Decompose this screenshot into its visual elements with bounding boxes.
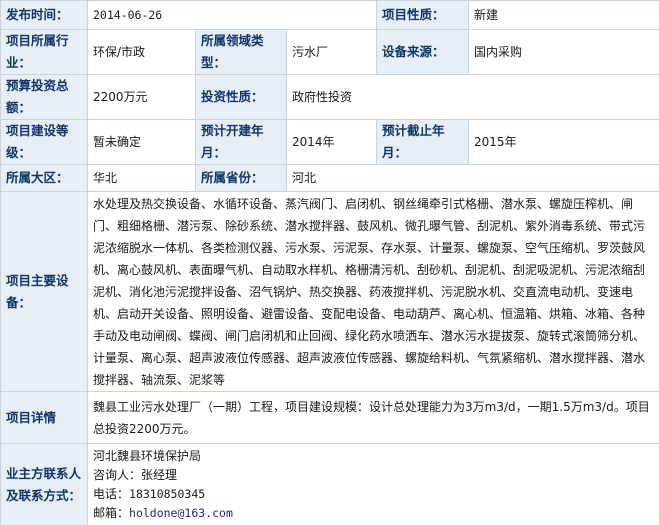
investment-nature-label: 投资性质： [196,75,287,120]
domain-type-value: 污水厂 [287,30,377,75]
equipment-source-label: 设备来源： [377,30,469,75]
planned-end-label: 预计截止年月： [377,120,469,165]
project-info-table: 发布时间： 2014-06-26 项目性质： 新建 项目所属行业： 环保/市政 … [0,0,659,526]
domain-type-label: 所属领域类型： [196,30,287,75]
industry-label: 项目所属行业： [1,30,88,75]
construction-grade-label: 项目建设等级： [1,120,88,165]
row-contact: 业主方联系人及联系方式： 河北魏县环境保护局 咨询人：张经理 电话：183108… [1,444,659,526]
region-label: 所属大区： [1,165,88,192]
row-details: 项目详情 魏县工业污水处理厂（一期）工程，项目建设规模：设计总处理能力为3万m3… [1,392,659,444]
publish-time-value: 2014-06-26 [88,1,377,30]
project-nature-label: 项目性质： [377,1,469,30]
row-region: 所属大区： 华北 所属省份： 河北 [1,165,659,192]
publish-time-label: 发布时间： [1,1,88,30]
planned-start-label: 预计开建年月： [196,120,287,165]
planned-start-value: 2014年 [287,120,377,165]
contact-email-link[interactable]: holdone@163.com [129,506,233,520]
main-equipment-label: 项目主要设备： [1,192,88,392]
details-label: 项目详情 [1,392,88,444]
planned-end-value: 2015年 [469,120,659,165]
row-grade: 项目建设等级： 暂未确定 预计开建年月： 2014年 预计截止年月： 2015年 [1,120,659,165]
contact-org: 河北魏县环境保护局 [93,447,655,466]
province-label: 所属省份： [196,165,287,192]
contact-phone: 18310850345 [129,487,205,501]
row-publish-time: 发布时间： 2014-06-26 项目性质： 新建 [1,1,659,30]
contact-email-label: 邮箱： [93,506,129,520]
contact-block: 河北魏县环境保护局 咨询人：张经理 电话：18310850345 邮箱：hold… [88,444,659,526]
contact-phone-label: 电话： [93,487,129,501]
row-main-equipment: 项目主要设备： 水处理及热交换设备、水循环设备、蒸汽阀门、启闭机、钢丝绳牵引式格… [1,192,659,392]
row-industry: 项目所属行业： 环保/市政 所属领域类型： 污水厂 设备来源： 国内采购 [1,30,659,75]
industry-value: 环保/市政 [88,30,196,75]
equipment-source-value: 国内采购 [469,30,659,75]
contact-consultant: 咨询人：张经理 [93,466,655,485]
region-value: 华北 [88,165,196,192]
construction-grade-value: 暂未确定 [88,120,196,165]
details-value: 魏县工业污水处理厂（一期）工程，项目建设规模：设计总处理能力为3万m3/d，一期… [88,392,659,444]
province-value: 河北 [287,165,659,192]
budget-value: 2200万元 [88,75,196,120]
contact-phone-line: 电话：18310850345 [93,485,655,504]
project-nature-value: 新建 [469,1,659,30]
investment-nature-value: 政府性投资 [287,75,659,120]
row-budget: 预算投资总额： 2200万元 投资性质： 政府性投资 [1,75,659,120]
budget-label: 预算投资总额： [1,75,88,120]
main-equipment-value: 水处理及热交换设备、水循环设备、蒸汽阀门、启闭机、钢丝绳牵引式格栅、潜水泵、螺旋… [88,192,659,392]
contact-label: 业主方联系人及联系方式： [1,444,88,526]
